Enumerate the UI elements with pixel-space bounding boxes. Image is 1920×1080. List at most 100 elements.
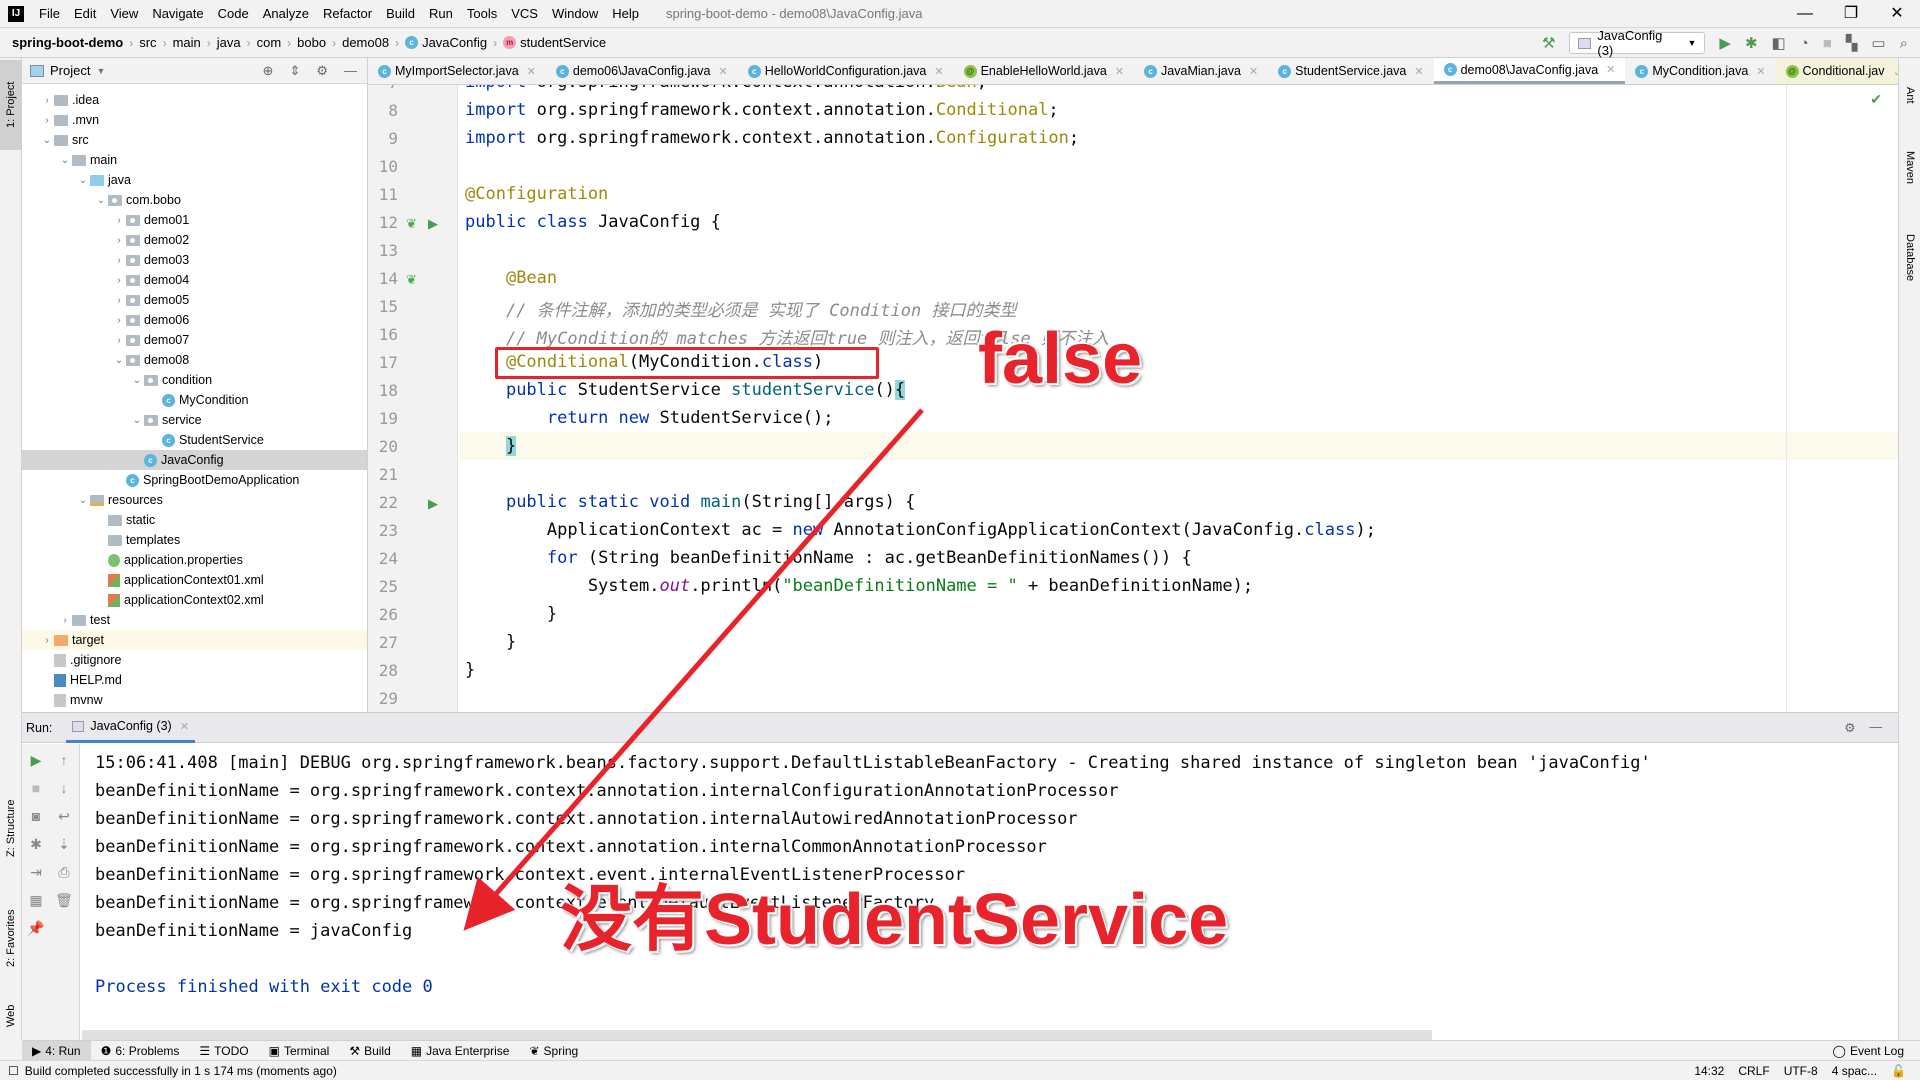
close-tab-icon[interactable]: ✕ <box>718 65 727 78</box>
menu-refactor[interactable]: Refactor <box>316 6 379 21</box>
ant-tool-tab[interactable]: Ant <box>1899 70 1920 120</box>
breadcrumb-item[interactable]: bobo <box>293 35 330 50</box>
tree-item[interactable]: c StudentService <box>22 430 367 450</box>
maven-tool-tab[interactable]: Maven <box>1899 128 1920 208</box>
breadcrumb-item[interactable]: com <box>253 35 286 50</box>
chevron-right-icon[interactable]: › <box>112 335 126 346</box>
tree-item[interactable]: HELP.md <box>22 670 367 690</box>
menu-run[interactable]: Run <box>422 6 460 21</box>
project-tool-tab[interactable]: 1: Project <box>0 60 22 150</box>
chevron-down-icon[interactable]: ⌄ <box>76 495 90 506</box>
menu-navigate[interactable]: Navigate <box>145 6 210 21</box>
horizontal-scrollbar[interactable] <box>82 1030 1432 1040</box>
debug-icon[interactable]: ✱ <box>1745 36 1758 51</box>
favorites-tool-tab[interactable]: 2: Favorites <box>0 888 22 988</box>
tree-item[interactable]: .gitignore <box>22 650 367 670</box>
profile-icon[interactable]: ◔ <box>1800 36 1809 51</box>
spring-bean-icon[interactable]: ❦ <box>406 272 417 288</box>
hide-icon[interactable]: — <box>1870 720 1883 735</box>
tree-item[interactable]: › demo03 <box>22 250 367 270</box>
menu-build[interactable]: Build <box>379 6 422 21</box>
stop-icon[interactable]: ■ <box>26 780 46 796</box>
exit-icon[interactable]: ⇥ <box>26 864 46 881</box>
tree-item[interactable]: › demo04 <box>22 270 367 290</box>
tree-item[interactable]: ⌄ resources <box>22 490 367 510</box>
editor-tab[interactable]: c demo06\JavaConfig.java ✕ <box>546 58 738 84</box>
coverage-icon[interactable]: ◧ <box>1772 36 1786 51</box>
tool-window-terminal[interactable]: ▣ Terminal <box>259 1041 340 1061</box>
tree-item[interactable]: mvnw <box>22 690 367 710</box>
breadcrumb-item[interactable]: spring-boot-demo <box>0 35 127 50</box>
menu-file[interactable]: File <box>32 6 67 21</box>
run-gutter-icon[interactable]: ▶ <box>428 216 438 232</box>
chevron-down-icon[interactable]: ⌄ <box>58 155 72 166</box>
close-tab-icon[interactable]: ✕ <box>1115 65 1124 78</box>
up-arrow-icon[interactable]: ↑ <box>54 752 74 768</box>
tab-list-chevron-icon[interactable]: ⌄ <box>1893 65 1899 78</box>
menu-window[interactable]: Window <box>545 6 605 21</box>
chevron-down-icon[interactable]: ⌄ <box>130 375 144 386</box>
cursor-position[interactable]: 14:32 <box>1694 1064 1724 1078</box>
tree-item[interactable]: ⌄ service <box>22 410 367 430</box>
tree-item[interactable]: › .mvn <box>22 110 367 130</box>
tree-item[interactable]: › demo07 <box>22 330 367 350</box>
breadcrumb-item[interactable]: java <box>213 35 245 50</box>
close-tab-icon[interactable]: ✕ <box>1414 65 1423 78</box>
breadcrumb-item[interactable]: m studentService <box>499 35 610 50</box>
tree-item[interactable]: ⌄ main <box>22 150 367 170</box>
tree-item[interactable]: application.properties <box>22 550 367 570</box>
search-icon[interactable]: ⌕ <box>1900 36 1908 51</box>
spring-bean-icon[interactable]: ❦ <box>406 216 417 232</box>
project-structure-icon[interactable]: ▚ <box>1846 36 1858 51</box>
tree-item[interactable]: › demo01 <box>22 210 367 230</box>
database-tool-tab[interactable]: Database <box>1899 208 1920 308</box>
chevron-right-icon[interactable]: › <box>112 255 126 266</box>
tree-item[interactable]: ⌄ src <box>22 130 367 150</box>
editor-tab[interactable]: @ EnableHelloWorld.java ✕ <box>954 58 1134 84</box>
chevron-down-icon[interactable]: ⌄ <box>112 355 126 366</box>
run-icon[interactable]: ▶ <box>1719 36 1731 51</box>
lock-icon[interactable]: 🔓 <box>1891 1064 1906 1078</box>
close-tab-icon[interactable]: ✕ <box>934 65 943 78</box>
event-log-button[interactable]: ◯ Event Log <box>1833 1044 1920 1058</box>
menu-help[interactable]: Help <box>605 6 646 21</box>
tree-item[interactable]: c MyCondition <box>22 390 367 410</box>
project-panel-title[interactable]: Project <box>50 63 90 78</box>
tree-item[interactable]: c SpringBootDemoApplication <box>22 470 367 490</box>
structure-tool-tab[interactable]: Z: Structure <box>0 778 22 878</box>
close-button[interactable]: ✕ <box>1874 0 1920 28</box>
tree-item[interactable]: static <box>22 510 367 530</box>
menu-vcs[interactable]: VCS <box>504 6 545 21</box>
minimize-button[interactable]: — <box>1782 0 1828 28</box>
editor-tab[interactable]: c JavaMian.java ✕ <box>1134 58 1268 84</box>
menu-view[interactable]: View <box>103 6 145 21</box>
line-separator[interactable]: CRLF <box>1738 1064 1769 1078</box>
chevron-right-icon[interactable]: › <box>40 115 54 126</box>
gear-icon[interactable]: ⚙ <box>1844 720 1855 735</box>
tree-item[interactable]: applicationContext02.xml <box>22 590 367 610</box>
run-config-selector[interactable]: JavaConfig (3) ▼ <box>1569 28 1706 58</box>
breadcrumb-item[interactable]: src <box>135 35 160 50</box>
tree-item[interactable]: ⌄ com.bobo <box>22 190 367 210</box>
scroll-to-end-icon[interactable]: ⇣ <box>54 836 74 853</box>
tree-item[interactable]: c JavaConfig <box>22 450 367 470</box>
breadcrumb-item[interactable]: main <box>169 35 205 50</box>
soft-wrap-icon[interactable]: ↩ <box>54 808 74 825</box>
layout-icon[interactable]: ▦ <box>26 892 46 909</box>
tree-item[interactable]: › target <box>22 630 367 650</box>
editor-tab[interactable]: c HelloWorldConfiguration.java ✕ <box>738 58 954 84</box>
editor-tab[interactable]: @Conditional.jav ⌄ <box>1775 58 1899 84</box>
close-tab-icon[interactable]: ✕ <box>1606 63 1615 76</box>
chevron-right-icon[interactable]: › <box>112 295 126 306</box>
hide-icon[interactable]: — <box>344 63 357 79</box>
close-tab-icon[interactable]: ✕ <box>180 720 189 733</box>
tool-window-run[interactable]: ▶ 4: Run <box>22 1040 91 1061</box>
run-gutter-icon[interactable]: ▶ <box>428 496 438 512</box>
editor-tab[interactable]: c StudentService.java ✕ <box>1268 58 1433 84</box>
menu-tools[interactable]: Tools <box>460 6 504 21</box>
chevron-down-icon[interactable]: ⌄ <box>40 135 54 146</box>
gear-icon[interactable]: ⚙ <box>316 63 328 79</box>
collapse-all-icon[interactable]: ⇕ <box>289 63 300 79</box>
tree-item[interactable]: › demo06 <box>22 310 367 330</box>
menu-edit[interactable]: Edit <box>67 6 103 21</box>
